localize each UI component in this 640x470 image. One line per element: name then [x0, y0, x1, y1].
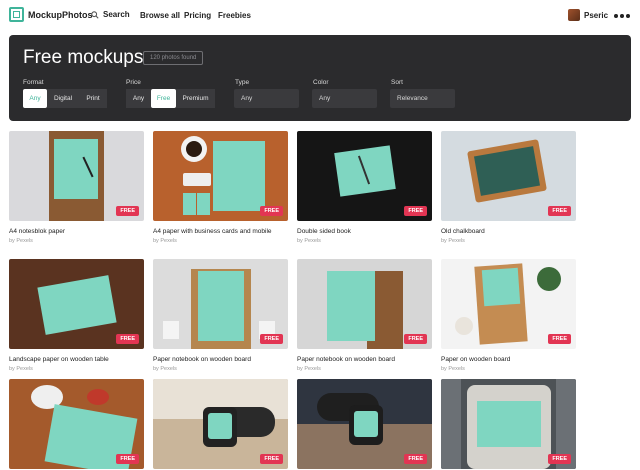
mockup-card[interactable]: FREE	[153, 379, 288, 469]
free-badge: FREE	[116, 206, 139, 216]
mockup-card[interactable]: FREE Landscape paper on wooden table by …	[9, 259, 144, 372]
free-badge: FREE	[260, 334, 283, 344]
card-author: by Pexels	[153, 366, 177, 372]
logo[interactable]: MockupPhotos	[9, 7, 93, 22]
logo-icon	[9, 7, 24, 22]
card-title: Paper on wooden board	[441, 356, 511, 363]
card-title: Paper notebook on wooden board	[153, 356, 251, 363]
sort-dropdown[interactable]: Relevance	[390, 89, 455, 108]
free-badge: FREE	[260, 206, 283, 216]
mockup-thumbnail: FREE	[297, 379, 432, 469]
card-author: by Pexels	[297, 366, 321, 372]
mockup-card[interactable]: FREE	[9, 379, 144, 469]
mockup-card[interactable]: FREE A4 paper with business cards and mo…	[153, 131, 288, 244]
mockup-thumbnail: FREE	[297, 131, 432, 221]
format-digital[interactable]: Digital	[47, 89, 79, 108]
mockup-thumbnail: FREE	[297, 259, 432, 349]
color-dropdown[interactable]: Any	[312, 89, 377, 108]
search-label: Search	[103, 10, 130, 19]
card-author: by Pexels	[297, 238, 321, 244]
card-author: by Pexels	[153, 238, 177, 244]
card-title: Old chalkboard	[441, 228, 485, 235]
free-badge: FREE	[260, 454, 283, 464]
free-badge: FREE	[548, 454, 571, 464]
filter-panel: Free mockups 120 photos found Format Any…	[9, 35, 631, 121]
card-title: Double sided book	[297, 228, 351, 235]
price-any[interactable]: Any	[126, 89, 151, 108]
price-segmented: Any Free Premium	[126, 89, 215, 108]
type-label: Type	[235, 79, 250, 86]
card-title: Paper notebook on wooden board	[297, 356, 395, 363]
search-icon	[91, 10, 99, 19]
card-author: by Pexels	[9, 366, 33, 372]
free-badge: FREE	[548, 334, 571, 344]
nav-pricing[interactable]: Pricing	[184, 11, 211, 20]
search-link[interactable]: Search	[91, 10, 130, 19]
nav-freebies[interactable]: Freebies	[218, 11, 251, 20]
user-menu[interactable]: Pseric	[568, 9, 608, 21]
mockup-card[interactable]: FREE Double sided book by Pexels	[297, 131, 432, 244]
mockup-thumbnail: FREE	[153, 131, 288, 221]
sort-label: Sort	[391, 79, 403, 86]
mockup-card[interactable]: FREE Paper notebook on wooden board by P…	[153, 259, 288, 372]
mockup-card[interactable]: FREE	[297, 379, 432, 469]
card-title: A4 paper with business cards and mobile	[153, 228, 272, 235]
card-title: A4 notesblok paper	[9, 228, 66, 235]
top-nav: MockupPhotos Search Browse all Pricing F…	[0, 0, 640, 32]
free-badge: FREE	[404, 206, 427, 216]
free-badge: FREE	[116, 334, 139, 344]
card-author: by Pexels	[9, 238, 33, 244]
format-label: Format	[23, 79, 44, 86]
nav-browse-all[interactable]: Browse all	[140, 11, 180, 20]
free-badge: FREE	[404, 454, 427, 464]
mockup-card[interactable]: FREE A4 notesblok paper by Pexels	[9, 131, 144, 244]
card-author: by Pexels	[441, 238, 465, 244]
price-free[interactable]: Free	[151, 89, 176, 108]
mockup-thumbnail: FREE	[441, 259, 576, 349]
mockup-card[interactable]: FREE	[441, 379, 576, 469]
mockup-thumbnail: FREE	[441, 379, 576, 469]
mockup-thumbnail: FREE	[153, 259, 288, 349]
card-author: by Pexels	[441, 366, 465, 372]
username: Pseric	[584, 10, 609, 20]
card-title: Landscape paper on wooden table	[9, 356, 109, 363]
free-badge: FREE	[404, 334, 427, 344]
color-label: Color	[313, 79, 329, 86]
mockup-thumbnail: FREE	[9, 379, 144, 469]
format-any[interactable]: Any	[23, 89, 47, 108]
mockup-thumbnail: FREE	[9, 131, 144, 221]
format-print[interactable]: Print	[79, 89, 107, 108]
mockup-thumbnail: FREE	[9, 259, 144, 349]
mockup-thumbnail: FREE	[153, 379, 288, 469]
free-badge: FREE	[548, 206, 571, 216]
mockup-card[interactable]: FREE Paper notebook on wooden board by P…	[297, 259, 432, 372]
more-menu-icon[interactable]	[614, 14, 630, 18]
result-count-badge: 120 photos found	[143, 51, 204, 65]
mockup-thumbnail: FREE	[441, 131, 576, 221]
free-badge: FREE	[116, 454, 139, 464]
price-premium[interactable]: Premium	[176, 89, 215, 108]
format-segmented: Any Digital Print	[23, 89, 107, 108]
type-dropdown[interactable]: Any	[234, 89, 299, 108]
mockup-card[interactable]: FREE Paper on wooden board by Pexels	[441, 259, 576, 372]
logo-text: MockupPhotos	[28, 9, 93, 20]
avatar	[568, 9, 580, 21]
price-label: Price	[126, 79, 141, 86]
mockup-card[interactable]: FREE Old chalkboard by Pexels	[441, 131, 576, 244]
page-title: Free mockups	[23, 47, 144, 68]
